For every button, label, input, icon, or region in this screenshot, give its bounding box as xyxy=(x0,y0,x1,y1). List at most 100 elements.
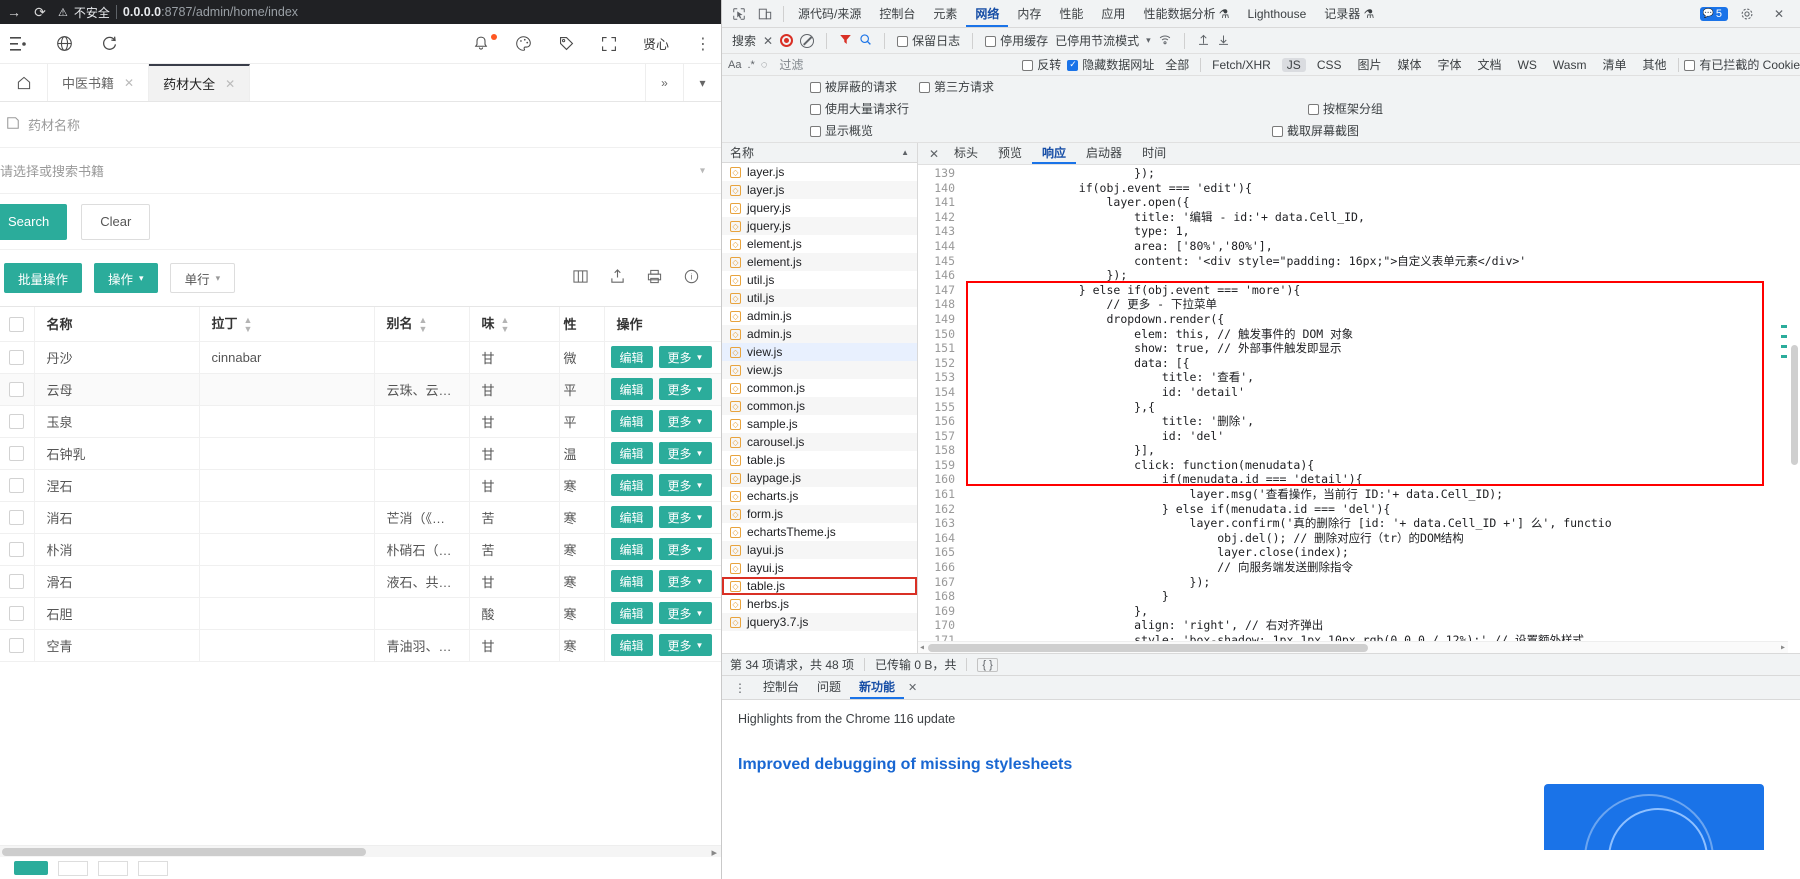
row-select-cell[interactable] xyxy=(0,565,35,598)
device-toolbar-icon[interactable] xyxy=(752,2,778,26)
devtools-tab-application[interactable]: 应用 xyxy=(1092,1,1134,27)
filter-type-font[interactable]: 字体 xyxy=(1433,56,1467,73)
close-icon[interactable]: ✕ xyxy=(225,77,235,91)
list-item[interactable]: ◇ jquery.js xyxy=(722,217,917,235)
whole-word-icon[interactable]: .* xyxy=(747,59,754,71)
list-item[interactable]: ◇ echarts.js xyxy=(722,487,917,505)
row-select-cell[interactable] xyxy=(0,405,35,438)
row-select-cell[interactable] xyxy=(0,469,35,502)
response-tab-headers[interactable]: 标头 xyxy=(944,143,988,164)
edit-button[interactable]: 编辑 xyxy=(610,538,653,560)
more-button[interactable]: 更多 ▼ xyxy=(658,410,713,432)
select-all-checkbox[interactable] xyxy=(9,316,25,332)
edit-button[interactable]: 编辑 xyxy=(610,378,653,400)
scrollbar-thumb[interactable] xyxy=(928,644,1368,652)
third-party-requests-checkbox[interactable]: 第三方请求 xyxy=(919,78,994,95)
page-horizontal-scrollbar[interactable]: ▸ xyxy=(0,845,721,859)
more-button[interactable]: 更多 ▼ xyxy=(658,602,713,624)
table-row[interactable]: 石胆 酸 寒 编辑 更多 ▼ xyxy=(0,597,721,630)
list-item[interactable]: ◇ table.js xyxy=(722,451,917,469)
list-item[interactable]: ◇ jquery.js xyxy=(722,199,917,217)
devtools-tab-recorder[interactable]: 记录器 ⚗ xyxy=(1315,1,1383,27)
close-icon[interactable]: ✕ xyxy=(908,681,917,694)
search-label[interactable]: 搜索 xyxy=(728,32,756,49)
devtools-tab-memory[interactable]: 内存 xyxy=(1008,1,1050,27)
filter-icon[interactable] xyxy=(839,33,852,49)
response-tab-timing[interactable]: 时间 xyxy=(1132,143,1176,164)
table-row[interactable]: 朴消 朴硝石（… 苦 寒 编辑 更多 ▼ xyxy=(0,533,721,566)
table-row[interactable]: 消石 芒消（《… 苦 寒 编辑 更多 ▼ xyxy=(0,501,721,534)
action-dropdown-button[interactable]: 操作 ▾ xyxy=(94,263,158,293)
kebab-icon[interactable]: ⋮ xyxy=(695,34,711,54)
big-request-rows-checkbox[interactable]: 使用大量请求行 xyxy=(810,100,909,117)
tabs-more-icon[interactable]: » xyxy=(645,64,683,101)
list-item[interactable]: ◇ admin.js xyxy=(722,307,917,325)
capture-screenshots-checkbox[interactable]: 截取屏幕截图 xyxy=(1272,122,1359,139)
table-row[interactable]: 涅石 甘 寒 编辑 更多 ▼ xyxy=(0,469,721,502)
edit-button[interactable]: 编辑 xyxy=(610,474,653,496)
drawer-tab-whatsnew[interactable]: 新功能 xyxy=(850,676,905,699)
filter-type-other[interactable]: 其他 xyxy=(1637,56,1671,73)
sort-asc-icon[interactable]: ▲ xyxy=(901,148,909,157)
list-item[interactable]: ◇ view.js xyxy=(722,361,917,379)
print-icon[interactable] xyxy=(647,269,662,287)
list-item[interactable]: ◇ element.js xyxy=(722,253,917,271)
clear-icon[interactable] xyxy=(800,33,815,48)
devtools-tab-sources[interactable]: 源代码/来源 xyxy=(789,1,870,27)
scroll-left-icon[interactable]: ◂ xyxy=(919,641,925,653)
filter-type-manifest[interactable]: 清单 xyxy=(1597,56,1631,73)
row-checkbox[interactable] xyxy=(9,606,25,622)
edit-button[interactable]: 编辑 xyxy=(610,410,653,432)
row-select-cell[interactable] xyxy=(0,437,35,470)
forward-icon[interactable]: → xyxy=(6,4,22,20)
row-select-cell[interactable] xyxy=(0,629,35,662)
list-item[interactable]: ◇ jquery3.7.js xyxy=(722,613,917,631)
more-button[interactable]: 更多 ▼ xyxy=(658,538,713,560)
col-header-latin[interactable]: 拉丁 ▲ ▼ xyxy=(199,307,375,342)
table-row[interactable]: 玉泉 甘 平 编辑 更多 ▼ xyxy=(0,405,721,438)
list-item[interactable]: ◇ sample.js xyxy=(722,415,917,433)
export-har-icon[interactable] xyxy=(1217,33,1230,49)
batch-action-button[interactable]: 批量操作 xyxy=(4,263,83,293)
table-row[interactable]: 空青 青油羽、… 甘 寒 编辑 更多 ▼ xyxy=(0,629,721,662)
address-bar[interactable]: ⚠ 不安全 0.0.0.0:8787/admin/home/index xyxy=(58,4,715,21)
more-button[interactable]: 更多 ▼ xyxy=(658,634,713,656)
sort-icon[interactable]: ▲ ▼ xyxy=(501,316,510,334)
devtools-tab-performance[interactable]: 性能 xyxy=(1050,1,1092,27)
sort-icon[interactable]: ▲ ▼ xyxy=(244,316,253,334)
devtools-tab-console[interactable]: 控制台 xyxy=(870,1,924,27)
list-item[interactable]: ◇ layer.js xyxy=(722,181,917,199)
blocked-cookie-checkbox[interactable]: 有已拦截的 Cookie xyxy=(1684,56,1800,73)
list-item[interactable]: ◇ layui.js xyxy=(722,559,917,577)
row-checkbox[interactable] xyxy=(9,350,25,366)
scroll-right-icon[interactable]: ▸ xyxy=(1780,641,1786,653)
filter-type-ws[interactable]: WS xyxy=(1513,58,1542,72)
filter-type-doc[interactable]: 文档 xyxy=(1473,56,1507,73)
more-button[interactable]: 更多 ▼ xyxy=(658,346,713,368)
page-button[interactable] xyxy=(98,860,128,876)
more-button[interactable]: 更多 ▼ xyxy=(658,378,713,400)
close-icon[interactable]: ✕ xyxy=(124,76,134,90)
gear-icon[interactable] xyxy=(1734,2,1760,26)
refresh-icon[interactable] xyxy=(101,35,118,52)
row-checkbox[interactable] xyxy=(9,478,25,494)
code-horizontal-scrollbar[interactable]: ◂ ▸ xyxy=(918,641,1788,653)
response-tab-preview[interactable]: 预览 xyxy=(988,143,1032,164)
import-har-icon[interactable] xyxy=(1197,33,1210,49)
row-select-cell[interactable] xyxy=(0,501,35,534)
row-select-cell[interactable] xyxy=(0,597,35,630)
search-icon[interactable] xyxy=(859,33,872,49)
response-code-viewer[interactable]: 139 }); 140 if(obj.event === 'edit'){ 14… xyxy=(918,165,1800,653)
blocked-requests-checkbox[interactable]: 被屏蔽的请求 xyxy=(810,78,897,95)
regex-icon[interactable]: ◌ xyxy=(761,59,768,71)
whats-new-title[interactable]: Improved debugging of missing stylesheet… xyxy=(738,756,1784,774)
close-icon[interactable]: ✕ xyxy=(1766,2,1792,26)
filter-type-img[interactable]: 图片 xyxy=(1353,56,1387,73)
devtools-tab-perf-insights[interactable]: 性能数据分析 ⚗ xyxy=(1134,1,1238,27)
edit-button[interactable]: 编辑 xyxy=(610,634,653,656)
group-by-frame-checkbox[interactable]: 按框架分组 xyxy=(1308,100,1383,117)
list-item[interactable]: ◇ common.js xyxy=(722,397,917,415)
col-header-alias[interactable]: 别名 ▲ ▼ xyxy=(374,307,470,342)
filter-type-media[interactable]: 媒体 xyxy=(1393,56,1427,73)
invert-checkbox[interactable]: 反转 xyxy=(1022,56,1061,73)
